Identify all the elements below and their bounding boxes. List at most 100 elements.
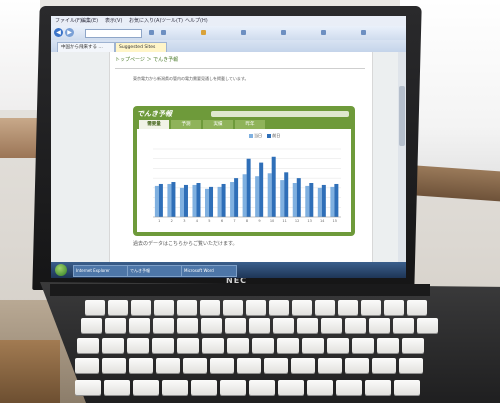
star-icon[interactable]	[201, 30, 206, 35]
keyboard-key[interactable]	[336, 380, 362, 395]
keyboard-key[interactable]	[292, 300, 312, 315]
keyboard-key[interactable]	[273, 318, 294, 333]
keyboard-key[interactable]	[200, 300, 220, 315]
keyboard-key[interactable]	[104, 380, 130, 395]
tab-article[interactable]: 中国から飛来する …	[57, 42, 115, 52]
keyboard-key[interactable]	[318, 358, 342, 373]
keyboard-key[interactable]	[345, 318, 366, 333]
forward-icon[interactable]: ▶	[65, 28, 74, 37]
keyboard-key[interactable]	[129, 358, 153, 373]
keyboard-key[interactable]	[361, 300, 381, 315]
keyboard-key[interactable]	[417, 318, 438, 333]
keyboard-key[interactable]	[127, 338, 149, 353]
tools-icon[interactable]	[321, 30, 326, 35]
menu-view[interactable]: 表示(V)	[105, 17, 122, 24]
tab-suggested-sites[interactable]: Suggested Sites	[115, 42, 167, 52]
taskbar-item-word[interactable]: Microsoft Word	[181, 265, 237, 277]
chart-tick-label: 6	[221, 219, 223, 223]
menu-tools[interactable]: ツール(T)	[161, 17, 183, 24]
print-icon[interactable]	[241, 30, 246, 35]
keyboard-key[interactable]	[246, 300, 266, 315]
keyboard-key[interactable]	[227, 338, 249, 353]
keyboard-key[interactable]	[81, 318, 102, 333]
keyboard-key[interactable]	[223, 300, 243, 315]
keyboard-key[interactable]	[402, 338, 424, 353]
keyboard-key[interactable]	[105, 318, 126, 333]
below-chart-text[interactable]: 過去のデータはこちらからご覧いただけます。	[133, 240, 238, 247]
keyboard-key[interactable]	[249, 380, 275, 395]
start-button[interactable]	[55, 264, 67, 276]
keyboard-key[interactable]	[321, 318, 342, 333]
keyboard-key[interactable]	[269, 300, 289, 315]
keyboard-key[interactable]	[75, 358, 99, 373]
keyboard-key[interactable]	[278, 380, 304, 395]
menu-file[interactable]: ファイル(F)	[55, 17, 82, 24]
keyboard-key[interactable]	[377, 338, 399, 353]
keyboard-key[interactable]	[315, 300, 335, 315]
keyboard-key[interactable]	[201, 318, 222, 333]
keyboard-key[interactable]	[352, 338, 374, 353]
keyboard-key[interactable]	[264, 358, 288, 373]
keyboard-key[interactable]	[277, 338, 299, 353]
keyboard-key[interactable]	[220, 380, 246, 395]
keyboard-key[interactable]	[154, 300, 174, 315]
keyboard-key[interactable]	[394, 380, 420, 395]
keyboard-key[interactable]	[77, 338, 99, 353]
keyboard-key[interactable]	[302, 338, 324, 353]
keyboard-key[interactable]	[338, 300, 358, 315]
keyboard-key[interactable]	[365, 380, 391, 395]
keyboard-key[interactable]	[210, 358, 234, 373]
keyboard-key[interactable]	[152, 338, 174, 353]
keyboard-key[interactable]	[129, 318, 150, 333]
keyboard-key[interactable]	[407, 300, 427, 315]
keyboard-key[interactable]	[191, 380, 217, 395]
mail-icon[interactable]	[281, 30, 286, 35]
keyboard-key[interactable]	[177, 338, 199, 353]
breadcrumb[interactable]: トップページ ＞ でんき予報	[115, 56, 178, 63]
favorites-icon[interactable]	[161, 30, 166, 35]
chart-tab-demand[interactable]: 需要量	[139, 120, 169, 129]
taskbar-item-ie[interactable]: Internet Explorer	[73, 265, 129, 277]
keyboard-key[interactable]	[202, 338, 224, 353]
keyboard-key[interactable]	[384, 300, 404, 315]
keyboard-key[interactable]	[162, 380, 188, 395]
keyboard-key[interactable]	[133, 380, 159, 395]
keyboard-key[interactable]	[102, 358, 126, 373]
keyboard-key[interactable]	[131, 300, 151, 315]
keyboard-key[interactable]	[237, 358, 261, 373]
taskbar-item-page[interactable]: でんき予報	[127, 265, 183, 277]
keyboard-key[interactable]	[399, 358, 423, 373]
menu-help[interactable]: ヘルプ(H)	[185, 17, 208, 24]
chart-tab-last-year[interactable]: 昨年	[235, 120, 265, 129]
scrollbar[interactable]	[398, 52, 406, 262]
keyboard-key[interactable]	[393, 318, 414, 333]
keyboard-key[interactable]	[85, 300, 105, 315]
chart-tab-forecast[interactable]: 予測	[171, 120, 201, 129]
keyboard-key[interactable]	[307, 380, 333, 395]
keyboard-key[interactable]	[102, 338, 124, 353]
keyboard-key[interactable]	[225, 318, 246, 333]
menu-favorites[interactable]: お気に入り(A)	[129, 17, 161, 24]
keyboard-key[interactable]	[297, 318, 318, 333]
keyboard-key[interactable]	[291, 358, 315, 373]
keyboard-key[interactable]	[75, 380, 101, 395]
keyboard-key[interactable]	[177, 318, 198, 333]
keyboard-key[interactable]	[252, 338, 274, 353]
back-icon[interactable]: ◀	[54, 28, 63, 37]
keyboard-key[interactable]	[156, 358, 180, 373]
scroll-thumb[interactable]	[399, 86, 405, 146]
keyboard-key[interactable]	[345, 358, 369, 373]
home-icon[interactable]	[149, 30, 154, 35]
keyboard-key[interactable]	[183, 358, 207, 373]
keyboard-key[interactable]	[327, 338, 349, 353]
menu-edit[interactable]: 編集(E)	[81, 17, 98, 24]
search-input[interactable]	[85, 29, 142, 38]
keyboard-key[interactable]	[177, 300, 197, 315]
chart-tab-actual[interactable]: 実績	[203, 120, 233, 129]
settings-icon[interactable]	[361, 30, 366, 35]
keyboard-key[interactable]	[153, 318, 174, 333]
keyboard-key[interactable]	[108, 300, 128, 315]
keyboard-key[interactable]	[369, 318, 390, 333]
keyboard-key[interactable]	[372, 358, 396, 373]
keyboard-key[interactable]	[249, 318, 270, 333]
